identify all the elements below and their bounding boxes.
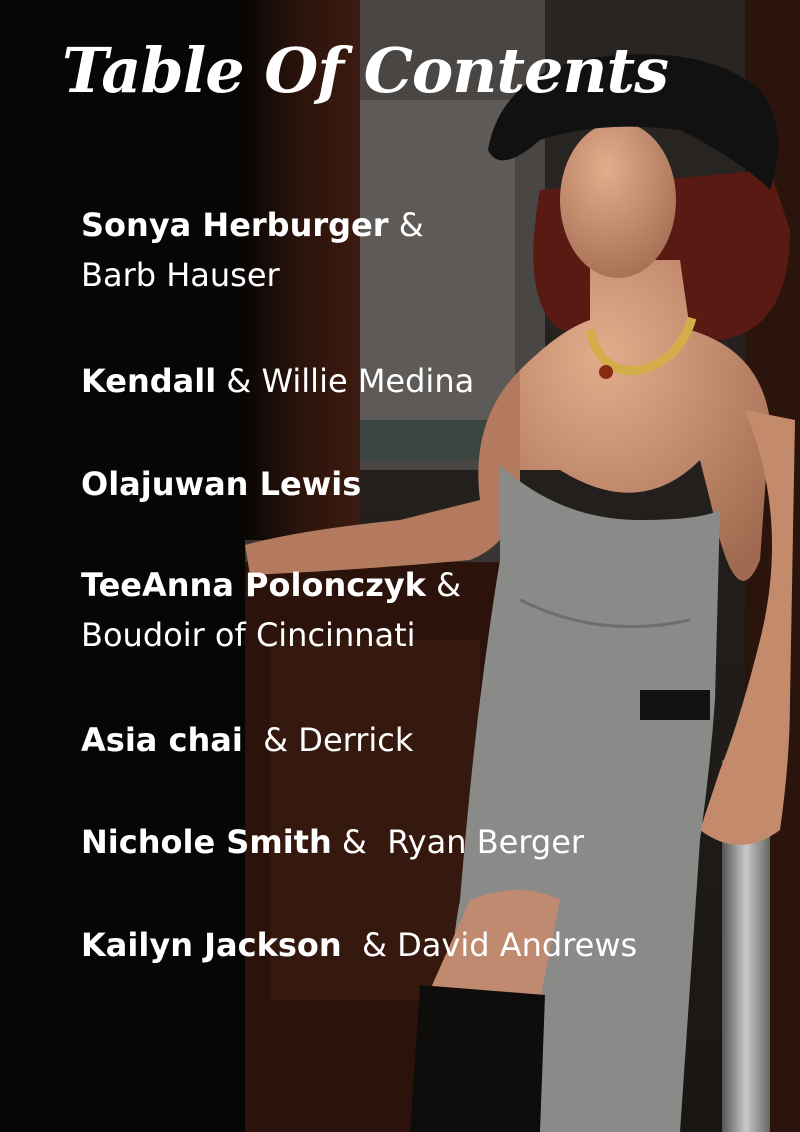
entry-partner-line2: Boudoir of Cincinnati <box>81 616 416 654</box>
entry-name: TeeAnna Polonczyk <box>81 566 426 604</box>
entry-partner: & <box>388 206 424 244</box>
entry-name: Olajuwan Lewis <box>81 465 362 503</box>
page-title: Table Of Contents <box>62 34 669 107</box>
toc-entry: Sonya Herburger & Barb Hauser <box>81 200 424 300</box>
entry-name: Sonya Herburger <box>81 206 389 244</box>
toc-entry: Olajuwan Lewis <box>81 459 361 509</box>
boot <box>410 985 545 1132</box>
toc-entry: TeeAnna Polonczyk & Boudoir of Cincinnat… <box>81 560 461 660</box>
entry-partner-line2: Barb Hauser <box>81 256 280 294</box>
toc-entry: Asia chai & Derrick <box>81 715 413 765</box>
entry-name: Nichole Smith <box>81 823 332 861</box>
entry-name: Kendall <box>81 362 217 400</box>
toc-entry: Kailyn Jackson & David Andrews <box>81 920 637 970</box>
toc-entry: Kendall & Willie Medina <box>81 356 474 406</box>
toc-entry: Nichole Smith & Ryan Berger <box>81 817 584 867</box>
entry-partner: & Willie Medina <box>216 362 475 400</box>
entry-name: Kailyn Jackson <box>81 926 342 964</box>
entry-partner: & Derrick <box>242 721 414 759</box>
entry-partner: & David Andrews <box>341 926 638 964</box>
table-of-contents-page: Table Of Contents Sonya Herburger & Barb… <box>0 0 800 1132</box>
entry-partner: & Ryan Berger <box>331 823 585 861</box>
entry-partner: & <box>425 566 462 604</box>
face <box>560 122 676 278</box>
entry-name: Asia chai <box>81 721 243 759</box>
